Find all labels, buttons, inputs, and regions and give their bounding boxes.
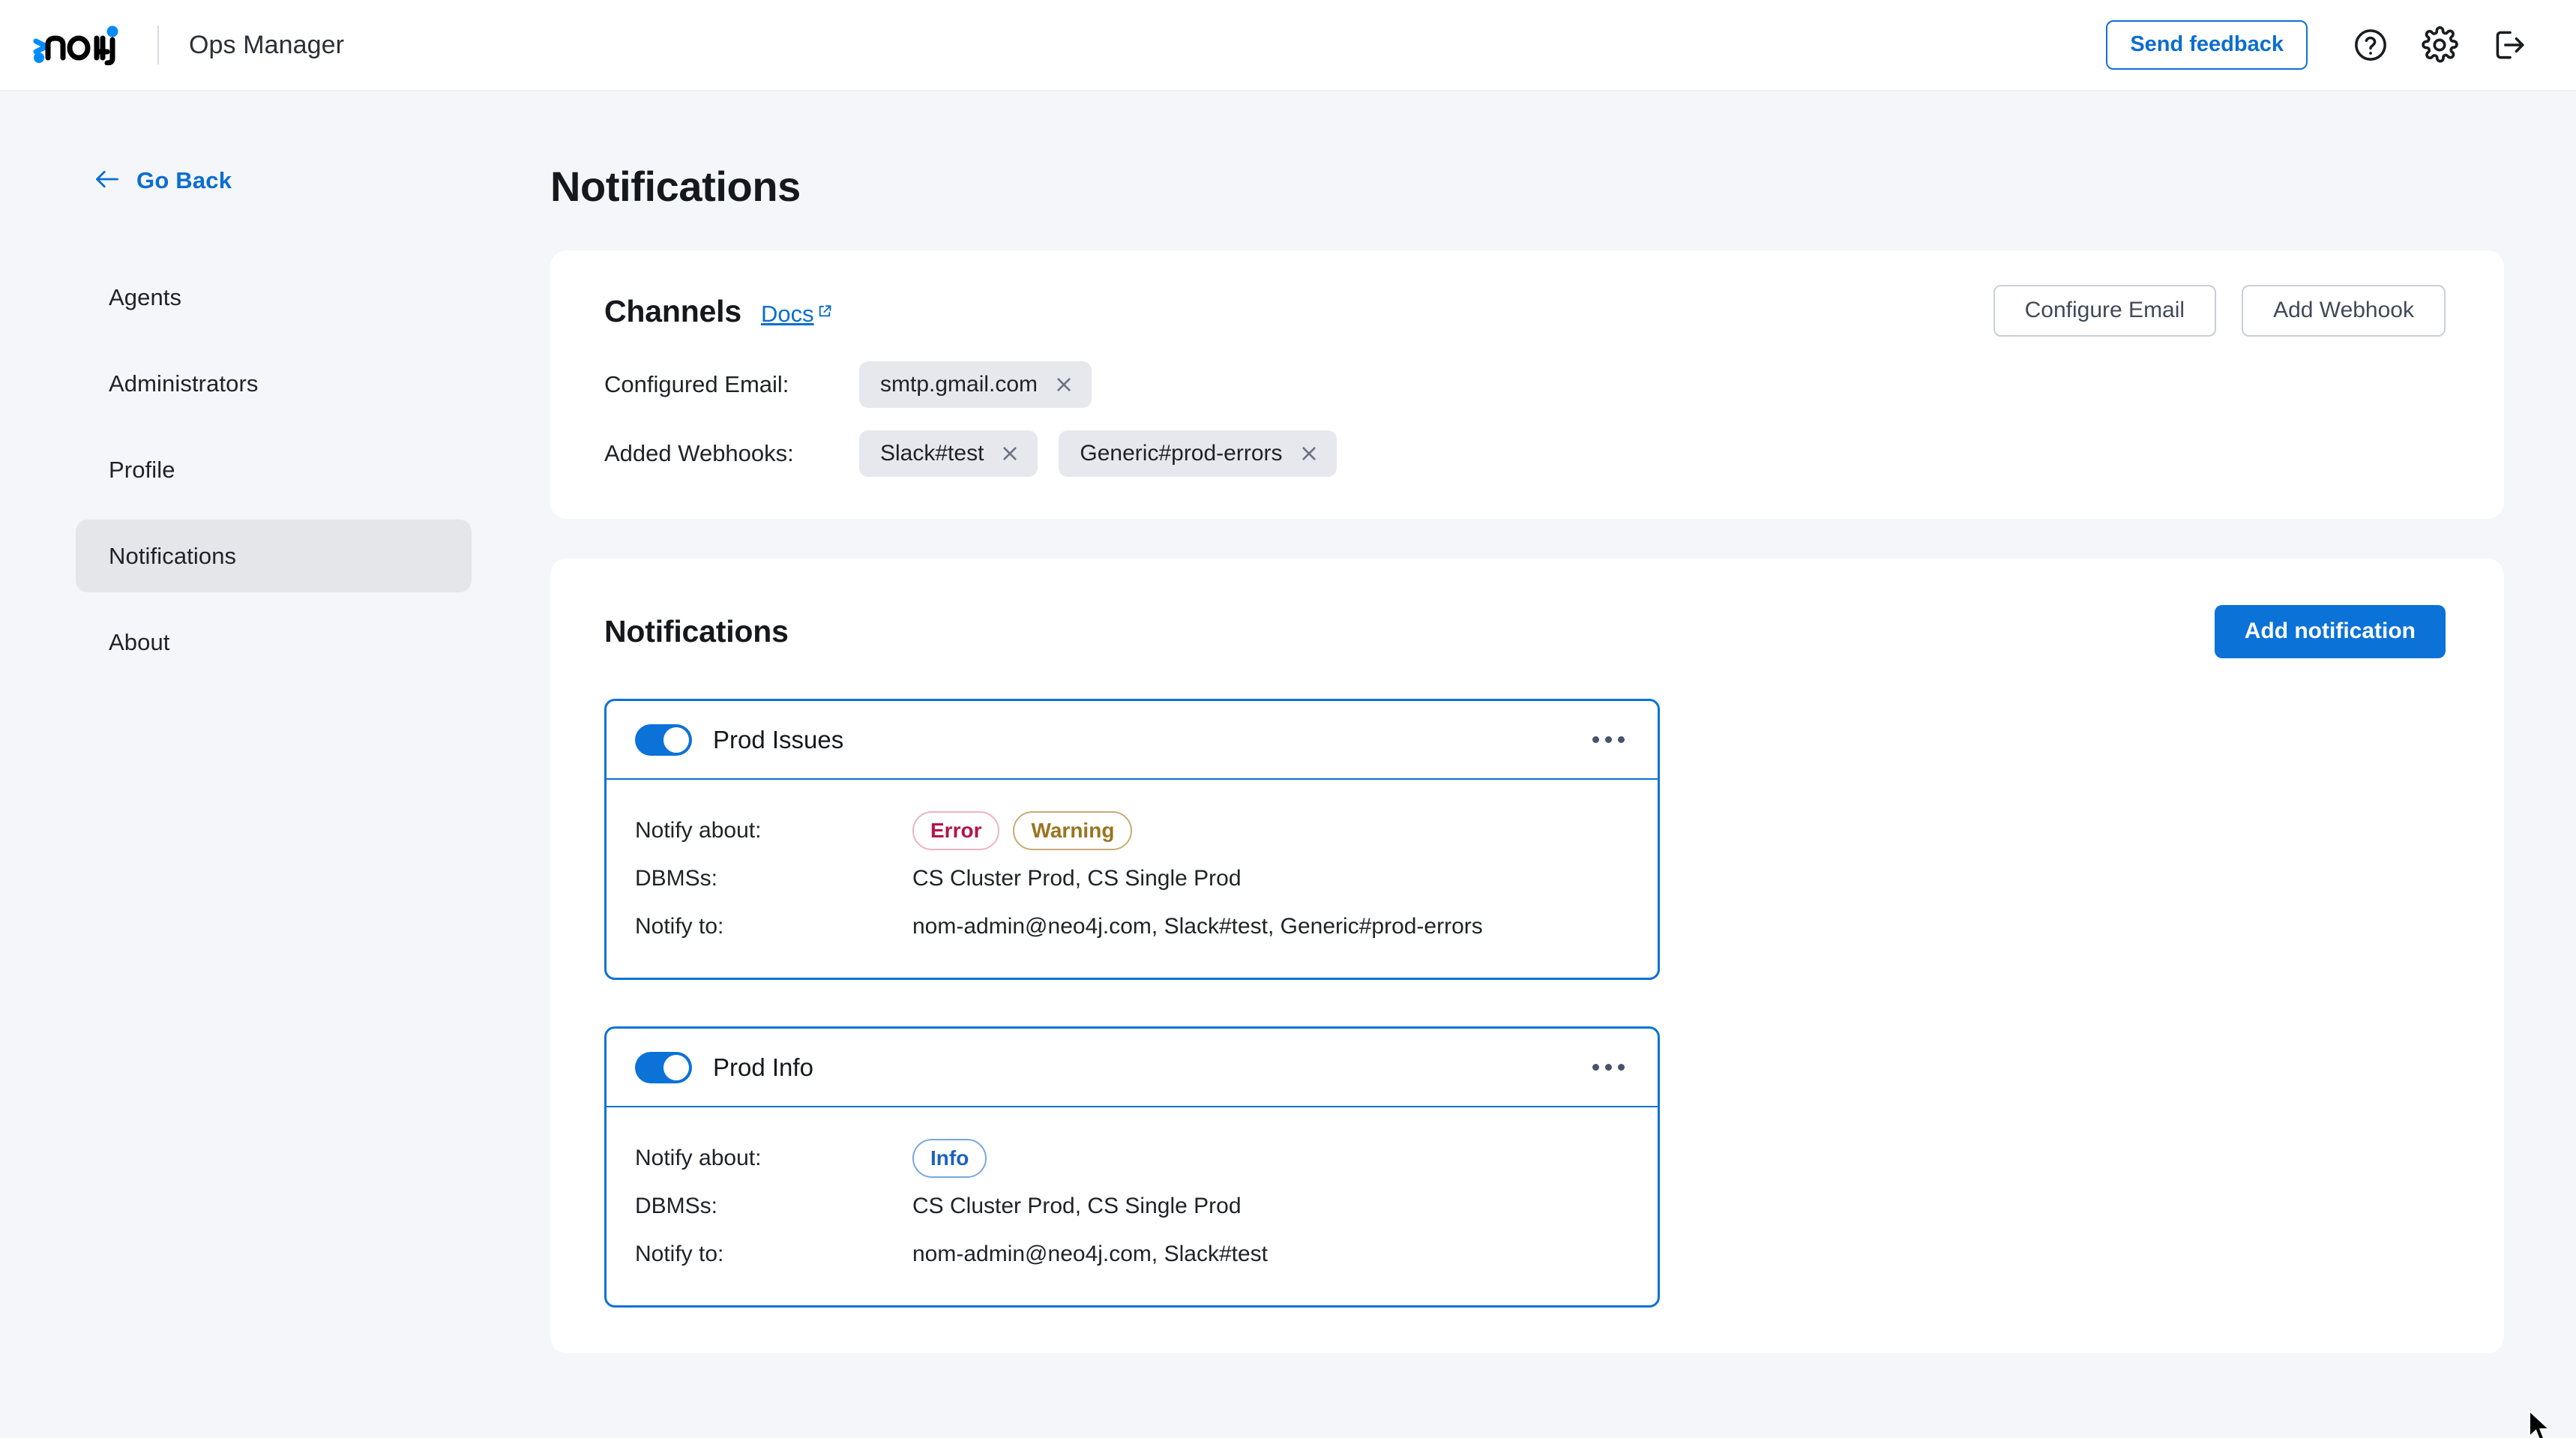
sidebar-item-administrators[interactable]: Administrators [76,347,472,420]
notify-about-row: Notify about: Info [635,1137,1632,1179]
notify-about-label: Notify about: [635,818,762,843]
sidebar-item-label: Notifications [109,542,237,569]
sidebar-item-profile[interactable]: Profile [76,433,472,506]
dbmss-label: DBMSs: [635,1194,718,1218]
chip-label: Generic#prod-errors [1080,441,1283,466]
notifications-card: Notifications Add notification Prod Issu… [550,559,2504,1353]
external-link-icon [817,298,832,325]
dbmss-label: DBMSs: [635,866,718,891]
brand-divider [157,25,159,64]
chip-label: smtp.gmail.com [880,372,1038,397]
kebab-menu-icon[interactable] [1584,716,1632,764]
notification-item-body: Notify about: Error Warning DBMSs: CS Cl… [607,780,1658,978]
sidebar-item-agents[interactable]: Agents [76,261,472,334]
configured-email-label: Configured Email: [604,371,789,397]
sidebar: Go Back Agents Administrators Profile No… [0,91,550,1438]
dbmss-row: DBMSs: CS Cluster Prod, CS Single Prod [635,1185,1632,1227]
notification-item: Prod Info Notify about: Info DBMSs: CS C… [604,1026,1660,1308]
gear-icon[interactable] [2405,10,2474,79]
logout-icon[interactable] [2474,10,2543,79]
sidebar-item-label: Administrators [109,370,259,397]
notification-item-header: Prod Info [607,1029,1658,1107]
notify-to-row: Notify to: nom-admin@neo4j.com, Slack#te… [635,906,1632,948]
severity-badges: Error Warning [912,811,1133,850]
channels-title: Channels [604,294,741,328]
go-back-label: Go Back [136,167,232,193]
send-feedback-button[interactable]: Send feedback [2106,20,2308,70]
channels-actions: Configure Email Add Webhook [1993,285,2446,337]
add-webhook-button[interactable]: Add Webhook [2242,285,2446,337]
dbmss-row: DBMSs: CS Cluster Prod, CS Single Prod [635,858,1632,900]
notifications-header: Notifications Add notification [604,605,2446,658]
notifications-section-title: Notifications [604,614,789,649]
top-app-bar: Ops Manager Send feedback [0,0,2576,91]
added-webhooks-row: Added Webhooks: Slack#test Generic#prod-… [604,430,2446,477]
severity-badges: Info [912,1139,987,1178]
status-badge: Warning [1013,811,1133,850]
notification-name: Prod Issues [713,725,844,753]
notify-about-row: Notify about: Error Warning [635,810,1632,852]
sidebar-item-notifications[interactable]: Notifications [76,520,472,592]
status-badge: Error [912,811,1000,850]
notification-item: Prod Issues Notify about: Error Warning [604,699,1660,980]
added-webhooks-label: Added Webhooks: [604,440,794,466]
sidebar-item-label: Agents [109,283,182,310]
notify-to-row: Notify to: nom-admin@neo4j.com, Slack#te… [635,1233,1632,1275]
app-title: Ops Manager [189,30,345,59]
docs-link-label: Docs [760,301,814,327]
topbar-actions: Send feedback [2106,10,2543,79]
configured-email-row: Configured Email: smtp.gmail.com [604,361,2446,408]
notification-item-body: Notify about: Info DBMSs: CS Cluster Pro… [607,1107,1658,1305]
notify-about-label: Notify about: [635,1146,762,1170]
kebab-menu-icon[interactable] [1584,1044,1632,1092]
dbmss-value: CS Cluster Prod, CS Single Prod [912,1194,1242,1218]
docs-link[interactable]: Docs [761,301,832,328]
status-badge: Info [912,1139,987,1178]
channels-card: Channels Docs Configure Email Add Webhoo… [550,250,2504,519]
email-chip: smtp.gmail.com [859,361,1092,408]
notify-to-value: nom-admin@neo4j.com, Slack#test, Generic… [912,914,1483,939]
neo4j-logo[interactable] [30,22,129,67]
sidebar-item-about[interactable]: About [76,606,472,679]
sidebar-item-label: Profile [109,456,175,483]
dbmss-value: CS Cluster Prod, CS Single Prod [912,866,1242,891]
page-body: Go Back Agents Administrators Profile No… [0,91,2576,1438]
brand: Ops Manager [30,22,344,67]
notification-enabled-toggle[interactable] [635,723,692,756]
added-webhooks-chips: Slack#test Generic#prod-errors [859,430,1337,477]
notify-to-value: nom-admin@neo4j.com, Slack#test [912,1242,1268,1266]
webhook-chip: Generic#prod-errors [1059,430,1337,477]
go-back-button[interactable]: Go Back [93,167,232,194]
chip-label: Slack#test [880,441,984,466]
help-circle-icon[interactable] [2336,10,2405,79]
notify-to-label: Notify to: [635,1242,724,1266]
main-content: Notifications Channels Docs Configure Em… [550,91,2576,1438]
notification-list: Prod Issues Notify about: Error Warning [604,699,2446,1308]
arrow-left-icon [93,168,121,194]
sidebar-item-label: About [109,628,170,655]
add-notification-button[interactable]: Add notification [2214,605,2446,658]
notification-enabled-toggle[interactable] [635,1051,692,1083]
sidebar-nav-list: Agents Administrators Profile Notificati… [0,261,550,679]
notify-to-label: Notify to: [635,914,724,939]
configured-email-chips: smtp.gmail.com [859,361,1092,408]
webhook-chip: Slack#test [859,430,1038,477]
close-icon[interactable] [1000,444,1020,463]
page-title: Notifications [550,163,801,210]
notification-name: Prod Info [713,1053,813,1081]
notification-item-header: Prod Issues [607,701,1658,780]
close-icon[interactable] [1299,444,1319,463]
configure-email-button[interactable]: Configure Email [1993,285,2217,337]
close-icon[interactable] [1054,375,1074,394]
